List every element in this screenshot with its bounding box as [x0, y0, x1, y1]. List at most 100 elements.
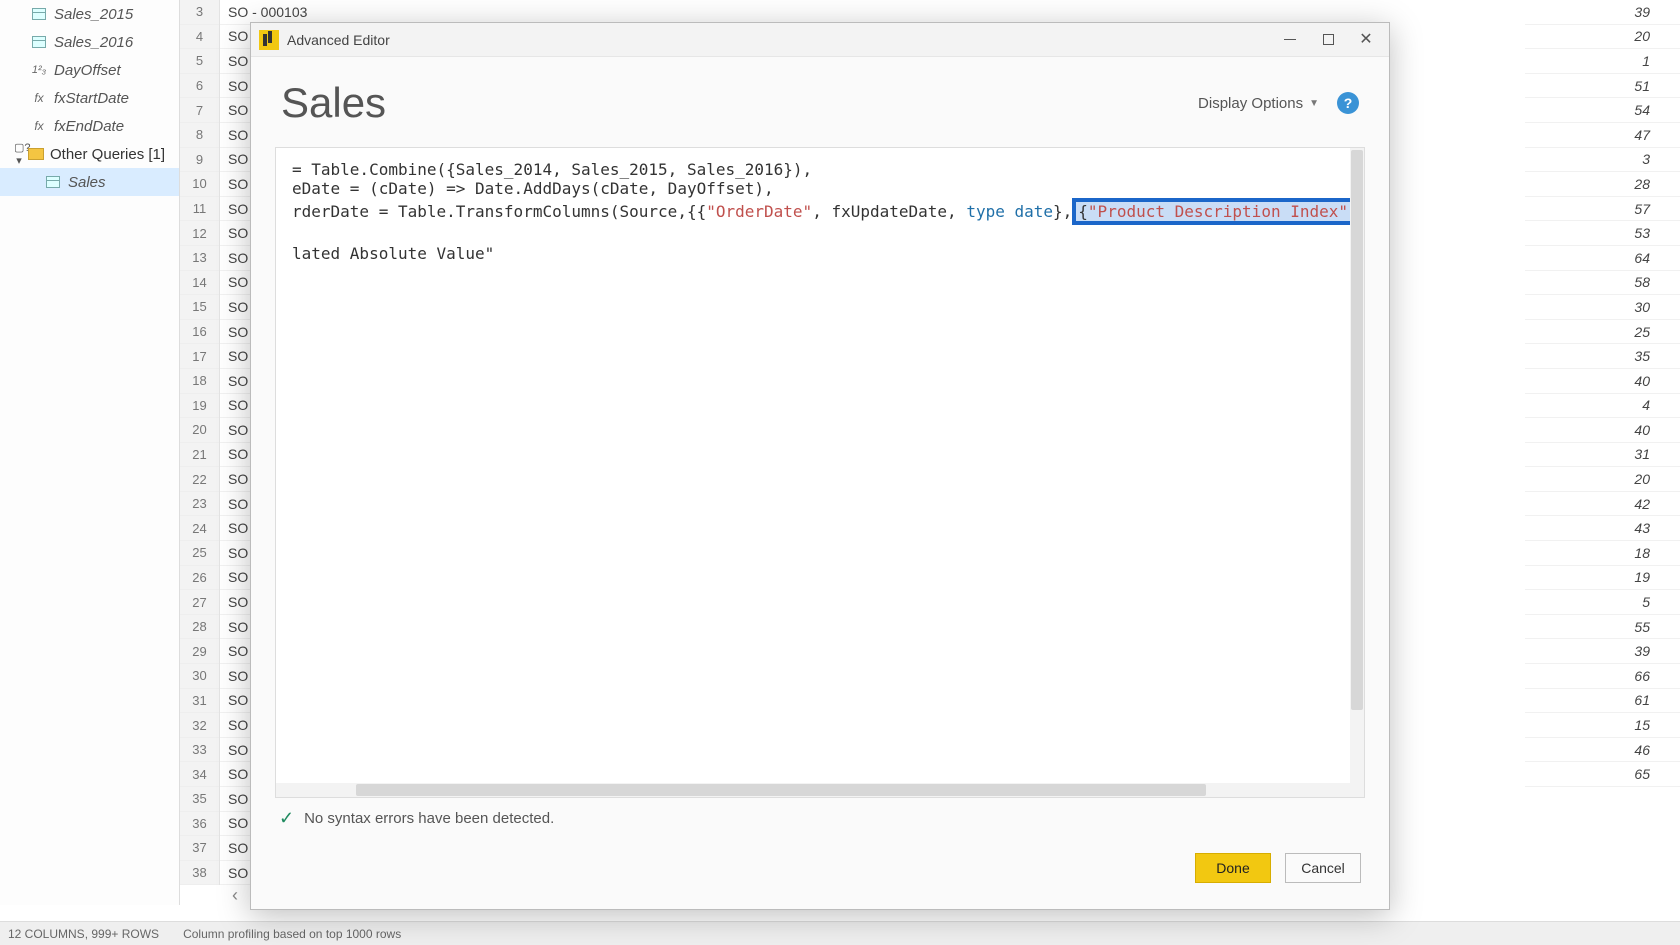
row-number[interactable]: 15: [180, 295, 219, 320]
row-number[interactable]: 19: [180, 394, 219, 419]
value-cell[interactable]: 40: [1525, 418, 1680, 443]
value-cell[interactable]: 40: [1525, 369, 1680, 394]
row-number[interactable]: 33: [180, 738, 219, 763]
row-number[interactable]: 26: [180, 566, 219, 591]
help-button[interactable]: ?: [1337, 92, 1359, 114]
value-cell[interactable]: 64: [1525, 246, 1680, 271]
value-cell[interactable]: 57: [1525, 197, 1680, 222]
row-number[interactable]: 7: [180, 98, 219, 123]
row-number[interactable]: 3: [180, 0, 219, 25]
value-cell[interactable]: 54: [1525, 98, 1680, 123]
row-number[interactable]: 5: [180, 49, 219, 74]
row-number[interactable]: 36: [180, 812, 219, 837]
row-number[interactable]: 11: [180, 197, 219, 222]
value-cell[interactable]: 28: [1525, 172, 1680, 197]
row-number[interactable]: 38: [180, 861, 219, 886]
row-number[interactable]: 32: [180, 713, 219, 738]
value-cell[interactable]: 47: [1525, 123, 1680, 148]
maximize-button[interactable]: [1309, 26, 1347, 54]
value-cell[interactable]: 30: [1525, 295, 1680, 320]
row-number[interactable]: 13: [180, 246, 219, 271]
so-cell[interactable]: SO - 000103: [220, 0, 400, 25]
table-icon: [44, 175, 62, 189]
row-number[interactable]: 29: [180, 639, 219, 664]
query-label: fxEndDate: [54, 118, 124, 135]
row-number[interactable]: 28: [180, 615, 219, 640]
minimize-button[interactable]: [1271, 26, 1309, 54]
display-options-dropdown[interactable]: Display Options ▼: [1198, 95, 1319, 112]
value-cell[interactable]: 65: [1525, 762, 1680, 787]
value-cell[interactable]: 15: [1525, 713, 1680, 738]
row-number[interactable]: 8: [180, 123, 219, 148]
value-cell[interactable]: 35: [1525, 344, 1680, 369]
query-group-other[interactable]: ▢?▾ Other Queries [1]: [0, 140, 179, 168]
query-item-dayoffset[interactable]: 1²₃ DayOffset: [0, 56, 179, 84]
value-cell[interactable]: 61: [1525, 689, 1680, 714]
value-cell[interactable]: 66: [1525, 664, 1680, 689]
row-number[interactable]: 16: [180, 320, 219, 345]
selected-code[interactable]: {"Product Description Index", Number.Abs…: [1072, 198, 1364, 225]
value-cell[interactable]: 55: [1525, 615, 1680, 640]
right-value-column: 3920151544732857536458302535404403120424…: [1525, 0, 1680, 787]
value-cell[interactable]: 51: [1525, 74, 1680, 99]
row-number[interactable]: 31: [180, 689, 219, 714]
editor-scrollbar-vertical[interactable]: [1350, 148, 1364, 797]
row-number[interactable]: 12: [180, 221, 219, 246]
row-number[interactable]: 30: [180, 664, 219, 689]
value-cell[interactable]: 58: [1525, 271, 1680, 296]
row-number[interactable]: 18: [180, 369, 219, 394]
query-item-fxenddate[interactable]: fx fxEndDate: [0, 112, 179, 140]
value-cell[interactable]: 5: [1525, 590, 1680, 615]
dialog-buttons: Done Cancel: [251, 829, 1389, 909]
value-cell[interactable]: 19: [1525, 566, 1680, 591]
row-number[interactable]: 4: [180, 25, 219, 50]
row-number[interactable]: 37: [180, 836, 219, 861]
done-button[interactable]: Done: [1195, 853, 1271, 883]
value-cell[interactable]: 43: [1525, 516, 1680, 541]
row-number[interactable]: 20: [180, 418, 219, 443]
table-icon: [30, 7, 48, 21]
row-number[interactable]: 17: [180, 344, 219, 369]
row-number[interactable]: 9: [180, 148, 219, 173]
row-number[interactable]: 22: [180, 467, 219, 492]
value-cell[interactable]: 39: [1525, 639, 1680, 664]
value-cell[interactable]: 25: [1525, 320, 1680, 345]
row-number[interactable]: 34: [180, 762, 219, 787]
scrollbar-thumb[interactable]: [356, 784, 1206, 796]
cancel-button[interactable]: Cancel: [1285, 853, 1361, 883]
dialog-titlebar[interactable]: Advanced Editor ✕: [251, 23, 1389, 57]
value-cell[interactable]: 4: [1525, 394, 1680, 419]
row-number[interactable]: 23: [180, 492, 219, 517]
value-cell[interactable]: 18: [1525, 541, 1680, 566]
query-item-fxstartdate[interactable]: fx fxStartDate: [0, 84, 179, 112]
powerbi-icon: [259, 30, 279, 50]
value-cell[interactable]: 46: [1525, 738, 1680, 763]
value-cell[interactable]: 1: [1525, 49, 1680, 74]
value-cell[interactable]: 20: [1525, 25, 1680, 50]
code-editor[interactable]: = Table.Combine({Sales_2014, Sales_2015,…: [276, 148, 1364, 797]
row-number[interactable]: 25: [180, 541, 219, 566]
row-number[interactable]: 6: [180, 74, 219, 99]
editor-scrollbar-horizontal[interactable]: [276, 783, 1350, 797]
row-number[interactable]: 14: [180, 271, 219, 296]
value-cell[interactable]: 20: [1525, 467, 1680, 492]
value-cell[interactable]: 42: [1525, 492, 1680, 517]
query-item-sales2016[interactable]: Sales_2016: [0, 28, 179, 56]
scrollbar-thumb[interactable]: [1351, 150, 1363, 710]
dialog-title: Advanced Editor: [287, 32, 1271, 48]
query-item-sales-selected[interactable]: Sales: [0, 168, 179, 196]
value-cell[interactable]: 31: [1525, 443, 1680, 468]
row-number[interactable]: 24: [180, 516, 219, 541]
row-number[interactable]: 27: [180, 590, 219, 615]
close-button[interactable]: ✕: [1347, 26, 1385, 54]
row-number[interactable]: 35: [180, 787, 219, 812]
grid-nav-left[interactable]: ‹: [220, 885, 250, 905]
row-number[interactable]: 10: [180, 172, 219, 197]
value-cell[interactable]: 53: [1525, 221, 1680, 246]
status-profiling: Column profiling based on top 1000 rows: [183, 927, 401, 941]
value-cell[interactable]: 39: [1525, 0, 1680, 25]
value-cell[interactable]: 3: [1525, 148, 1680, 173]
row-number[interactable]: 21: [180, 443, 219, 468]
dialog-heading: Sales: [281, 79, 1198, 127]
query-item-sales2015[interactable]: Sales_2015: [0, 0, 179, 28]
